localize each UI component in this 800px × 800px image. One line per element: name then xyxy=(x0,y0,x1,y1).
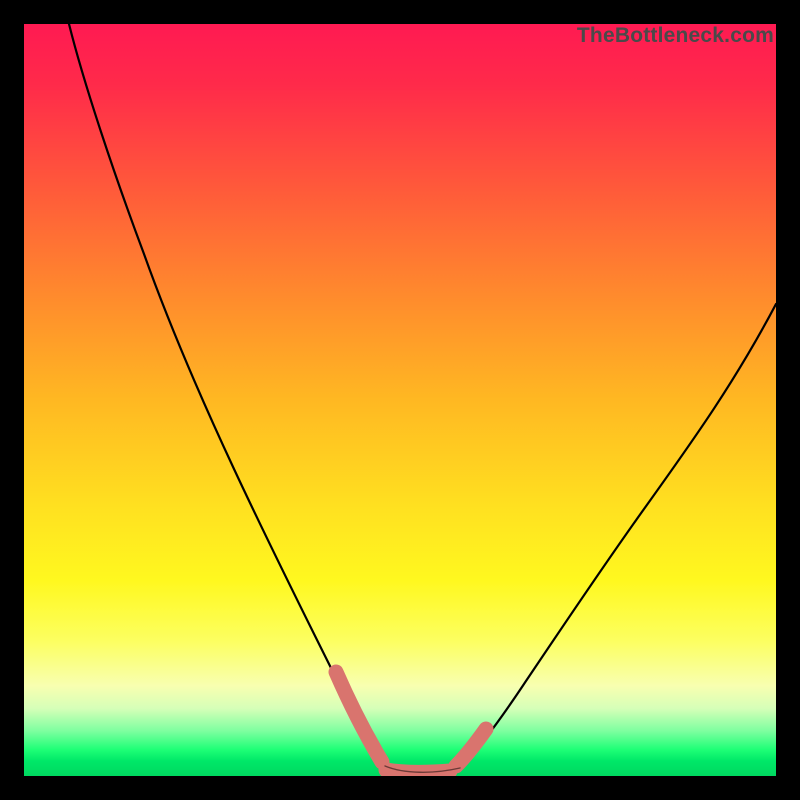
left-highlight xyxy=(336,672,382,762)
chart-frame: TheBottleneck.com xyxy=(0,0,800,800)
curve-layer xyxy=(24,24,776,776)
left-branch xyxy=(69,24,385,766)
right-highlight xyxy=(456,729,486,766)
right-branch xyxy=(460,304,776,768)
plot-area xyxy=(24,24,776,776)
watermark-text: TheBottleneck.com xyxy=(577,24,774,48)
